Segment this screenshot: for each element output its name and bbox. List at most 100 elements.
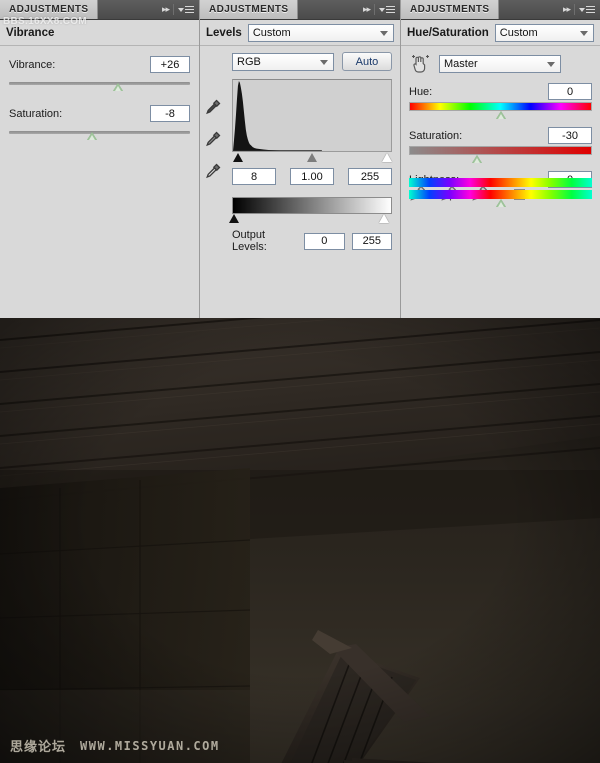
levels-gray-handle[interactable] xyxy=(307,153,317,162)
levels-panel-tabbar: ADJUSTMENTS ▸▸ xyxy=(200,0,400,20)
saturation-label: Saturation: xyxy=(9,107,63,120)
saturation-slider[interactable] xyxy=(9,129,190,141)
tabbar-spacer xyxy=(499,0,563,19)
adjustments-panel-strip: ADJUSTMENTS ▸▸ BBS.16XX8.COM Vibrance Vi… xyxy=(0,0,600,318)
hue-value-input[interactable]: 0 xyxy=(548,83,592,100)
vibrance-value-input[interactable]: +26 xyxy=(150,56,190,73)
huesat-panel-header: Hue/Saturation Custom xyxy=(401,20,600,46)
tab-divider xyxy=(374,4,375,15)
output-white-handle[interactable] xyxy=(379,214,389,223)
huesat-panel-tab-icons: ▸▸ xyxy=(563,0,600,19)
output-levels-row: Output Levels: 0 255 xyxy=(232,229,393,253)
collapse-chevrons-icon[interactable]: ▸▸ xyxy=(162,5,170,14)
hue-saturation-panel-tabbar: ADJUSTMENTS ▸▸ xyxy=(401,0,600,20)
auto-button[interactable]: Auto xyxy=(342,52,392,71)
levels-input-black-field[interactable]: 8 xyxy=(232,168,276,185)
gray-point-eyedropper-icon[interactable] xyxy=(205,130,222,150)
output-black-field[interactable]: 0 xyxy=(304,232,345,250)
panel-title: Vibrance xyxy=(6,26,55,39)
huesat-spectrum-bars xyxy=(409,178,592,199)
chevron-down-icon xyxy=(320,59,328,65)
tabbar-spacer xyxy=(298,0,363,19)
huesat-edit-range-select[interactable]: Master xyxy=(439,55,561,73)
levels-input-values: 8 1.00 255 xyxy=(232,168,392,185)
saturation-row: Saturation: -8 xyxy=(9,105,190,122)
huesat-saturation-value-input[interactable]: -30 xyxy=(548,127,592,144)
levels-input-gamma-field[interactable]: 1.00 xyxy=(290,168,334,185)
tab-divider xyxy=(574,4,575,15)
panel-menu-icon[interactable] xyxy=(379,5,395,14)
huesat-preset-select[interactable]: Custom xyxy=(494,23,594,42)
vibrance-slider-track xyxy=(9,82,190,85)
huesat-saturation-slider-thumb[interactable] xyxy=(471,155,482,163)
vibrance-panel-tab-icons: ▸▸ xyxy=(162,0,199,19)
output-levels-handles xyxy=(229,214,392,225)
saturation-slider-thumb[interactable] xyxy=(87,132,98,140)
vibrance-panel: ADJUSTMENTS ▸▸ BBS.16XX8.COM Vibrance Vi… xyxy=(0,0,200,318)
huesat-saturation-row: Saturation: -30 xyxy=(409,127,592,144)
output-levels-label: Output Levels: xyxy=(232,229,267,253)
white-point-eyedropper-icon[interactable] xyxy=(205,162,222,182)
levels-panel-header: Levels Custom xyxy=(200,20,400,46)
chevron-down-icon xyxy=(380,30,388,36)
levels-panel: ADJUSTMENTS ▸▸ Levels Custom RGB Auto 8 … xyxy=(200,0,401,318)
levels-preset-value: Custom xyxy=(252,26,291,39)
vibrance-label: Vibrance: xyxy=(9,58,56,71)
levels-input-handles xyxy=(232,153,393,165)
panel-menu-icon[interactable] xyxy=(579,5,595,14)
hue-label: Hue: xyxy=(409,85,433,98)
levels-controls: RGB Auto 8 1.00 255 Output Levels: 0 255 xyxy=(200,46,400,253)
black-point-eyedropper-icon[interactable] xyxy=(205,98,222,118)
vibrance-panel-header: Vibrance xyxy=(0,20,199,46)
huesat-spectrum-bar-source xyxy=(409,178,592,187)
tabbar-spacer xyxy=(98,0,162,19)
tab-adjustments[interactable]: ADJUSTMENTS xyxy=(0,0,99,19)
panel-title: Hue/Saturation xyxy=(407,26,489,39)
hue-slider-thumb[interactable] xyxy=(495,111,506,119)
chevron-down-icon xyxy=(547,62,555,67)
huesat-saturation-label: Saturation: xyxy=(409,129,463,142)
tab-divider xyxy=(173,4,174,15)
targeted-adjustment-hand-icon[interactable] xyxy=(409,54,431,74)
vibrance-row: Vibrance: +26 xyxy=(9,56,190,73)
panel-title: Levels xyxy=(206,26,242,39)
levels-white-handle[interactable] xyxy=(382,153,393,162)
panel-menu-icon[interactable] xyxy=(178,5,194,14)
saturation-slider-track xyxy=(9,131,190,134)
saturation-value-input[interactable]: -8 xyxy=(150,105,190,122)
levels-panel-tab-icons: ▸▸ xyxy=(363,0,400,19)
levels-channel-value: RGB xyxy=(237,55,261,68)
hue-gradient-bar xyxy=(409,102,592,111)
levels-channel-row: RGB Auto xyxy=(208,52,392,71)
hue-slider[interactable] xyxy=(409,111,592,121)
collapse-chevrons-icon[interactable]: ▸▸ xyxy=(363,5,371,14)
levels-input-white-field[interactable]: 255 xyxy=(348,168,392,185)
tab-adjustments-levels[interactable]: ADJUSTMENTS xyxy=(200,0,299,19)
output-levels-gradient xyxy=(232,197,392,214)
tab-adjustments-huesat[interactable]: ADJUSTMENTS xyxy=(401,0,500,19)
vibrance-slider[interactable] xyxy=(9,80,190,92)
huesat-controls: Master Hue: 0 Saturation: -30 xyxy=(401,46,600,209)
vibrance-slider-thumb[interactable] xyxy=(112,83,123,91)
huesat-saturation-slider[interactable] xyxy=(409,155,592,165)
hue-row: Hue: 0 xyxy=(409,83,592,100)
vibrance-panel-tabbar: ADJUSTMENTS ▸▸ xyxy=(0,0,199,20)
output-black-handle[interactable] xyxy=(229,214,239,223)
histogram xyxy=(232,79,392,152)
huesat-preset-value: Custom xyxy=(499,26,538,39)
levels-black-handle[interactable] xyxy=(233,153,244,162)
photo-image xyxy=(0,318,600,763)
saturation-gradient-bar xyxy=(409,146,592,155)
histogram-curve xyxy=(233,80,391,151)
levels-eyedropper-group xyxy=(205,98,222,182)
photo-canvas[interactable]: 思缘论坛 WWW.MISSYUAN.COM xyxy=(0,318,600,763)
levels-preset-select[interactable]: Custom xyxy=(247,23,394,42)
huesat-range-row: Master xyxy=(409,54,592,74)
levels-channel-select[interactable]: RGB xyxy=(232,52,334,71)
hue-saturation-panel: ADJUSTMENTS ▸▸ Hue/Saturation Custom Mas… xyxy=(401,0,600,318)
levels-histogram-area: 8 1.00 255 Output Levels: 0 255 xyxy=(229,79,393,253)
huesat-spectrum-bar-result xyxy=(409,190,592,199)
output-white-field[interactable]: 255 xyxy=(351,232,393,250)
vibrance-controls: Vibrance: +26 Saturation: -8 xyxy=(0,46,199,141)
collapse-chevrons-icon[interactable]: ▸▸ xyxy=(563,5,571,14)
